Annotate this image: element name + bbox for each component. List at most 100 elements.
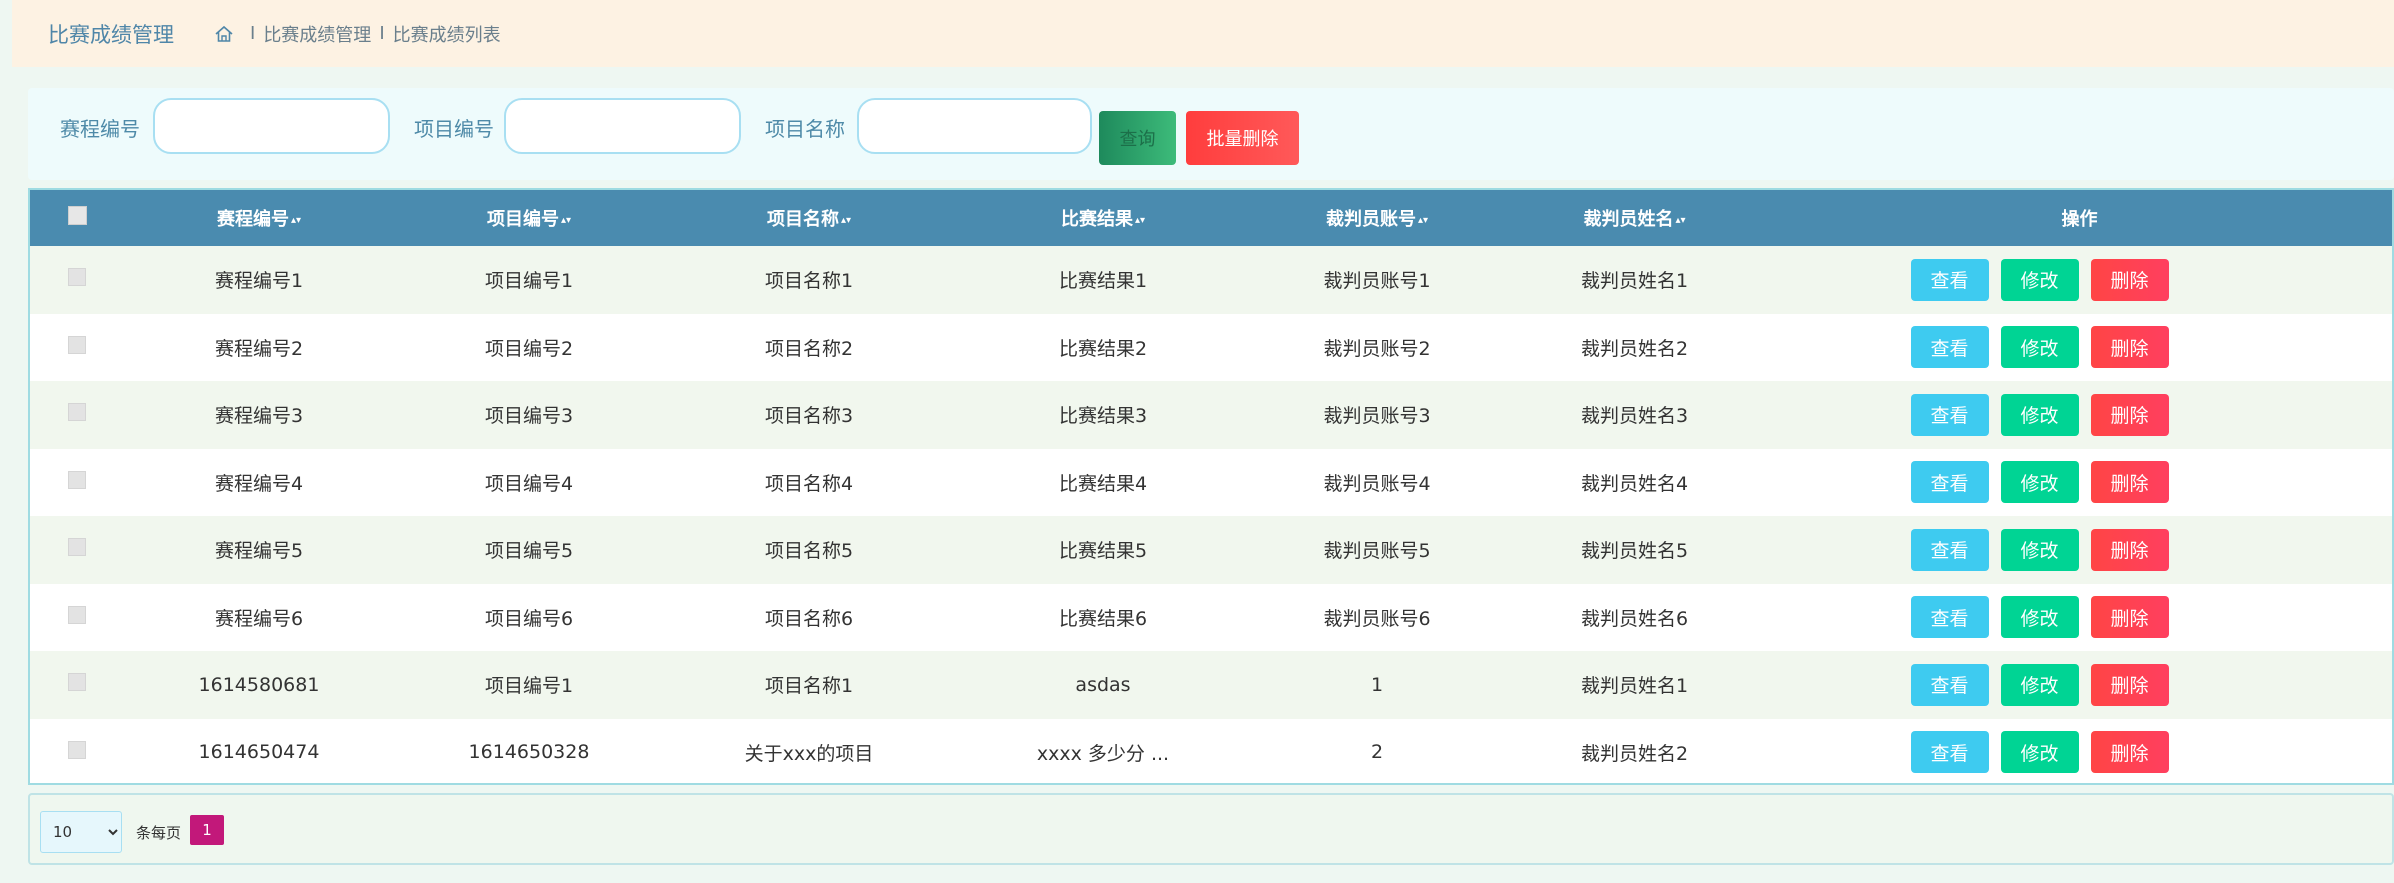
cell-schedule-no: 赛程编号5 [214,540,304,563]
sort-icon[interactable]: ▴▾ [291,215,301,226]
row-checkbox[interactable] [68,403,86,422]
cell-referee-name: 裁判员姓名2 [1580,742,1689,765]
row-checkbox[interactable] [68,470,86,489]
sort-icon[interactable]: ▴▾ [1135,215,1145,226]
row-actions: 查看 修改 删除 [1767,246,2392,314]
row-select-cell[interactable] [30,246,124,314]
column-header-result[interactable]: 比赛结果 ▴▾ [954,190,1252,246]
project-name-label: 项目名称 [765,117,845,141]
project-no-input[interactable] [504,98,741,154]
page-number-current[interactable]: 1 [190,815,224,845]
edit-button[interactable]: 修改 [2000,596,2079,639]
view-button[interactable]: 查看 [1910,596,1989,639]
table-header-row: 赛程编号 ▴▾ 项目编号 ▴▾ 项目名称 ▴▾ 比赛结果 ▴▾ 裁判员账号 ▴▾ 裁判员姓… [30,190,2392,246]
row-checkbox[interactable] [68,268,86,287]
cell-referee-account: 裁判员账号3 [1323,405,1431,428]
delete-button[interactable]: 删除 [2090,393,2169,436]
breadcrumb-separator: I [250,23,256,44]
cell-project-no: 项目编号6 [484,607,574,630]
cell-referee-name: 裁判员姓名4 [1580,472,1689,495]
row-checkbox[interactable] [68,538,86,557]
row-actions: 查看 修改 删除 [1767,516,2392,584]
cell-result: 比赛结果5 [1058,540,1148,563]
edit-button[interactable]: 修改 [2000,731,2079,774]
column-header-referee-name[interactable]: 裁判员姓名 ▴▾ [1502,190,1767,246]
cell-schedule-no: 赛程编号3 [214,405,304,428]
per-page-label: 条每页 [136,824,182,842]
cell-referee-account: 裁判员账号2 [1323,337,1431,360]
row-checkbox[interactable] [68,335,86,354]
cell-project-no: 项目编号4 [484,472,574,495]
cell-referee-name: 裁判员姓名5 [1580,540,1689,563]
view-button[interactable]: 查看 [1910,461,1989,504]
delete-button[interactable]: 删除 [2090,528,2169,571]
select-all-checkbox[interactable] [67,206,87,225]
delete-button[interactable]: 删除 [2090,326,2169,369]
view-button[interactable]: 查看 [1910,731,1989,774]
row-checkbox[interactable] [68,740,86,759]
view-button[interactable]: 查看 [1910,326,1989,369]
sort-icon[interactable]: ▴▾ [841,215,851,226]
row-checkbox[interactable] [68,605,86,624]
edit-button[interactable]: 修改 [2000,461,2079,504]
row-actions: 查看 修改 删除 [1767,584,2392,652]
edit-button[interactable]: 修改 [2000,528,2079,571]
column-header-project-no[interactable]: 项目编号 ▴▾ [394,190,664,246]
cell-project-no: 项目编号5 [484,540,574,563]
project-name-input[interactable] [857,98,1092,154]
row-select-cell[interactable] [30,381,124,449]
delete-button[interactable]: 删除 [2090,663,2169,706]
cell-project-no: 项目编号1 [484,675,574,698]
table-row: 赛程编号5 项目编号5 项目名称5 比赛结果5 裁判员账号5 裁判员姓名5 查看 修改 删除 [30,516,2392,584]
table-row: 赛程编号3 项目编号3 项目名称3 比赛结果3 裁判员账号3 裁判员姓名3 查看 修改 删除 [30,381,2392,449]
batch-delete-button[interactable]: 批量删除 [1186,111,1299,165]
edit-button[interactable]: 修改 [2000,393,2079,436]
row-select-cell[interactable] [30,584,124,652]
row-select-cell[interactable] [30,314,124,382]
row-checkbox[interactable] [68,673,86,692]
delete-button[interactable]: 删除 [2090,731,2169,774]
table-row: 1614650474 1614650328 关于xxx的项目 xxxx 多少分 ...… [30,718,2392,784]
column-header-actions: 操作 [2061,209,2098,230]
module-title: 比赛成绩管理 [48,22,174,47]
edit-button[interactable]: 修改 [2000,326,2079,369]
page-size-select[interactable]: 10 [40,811,122,853]
view-button[interactable]: 查看 [1910,528,1989,571]
cell-project-no: 项目编号2 [484,337,574,360]
edit-button[interactable]: 修改 [2000,258,2079,301]
breadcrumb-item-module[interactable]: 比赛成绩管理 [263,21,371,47]
page-header: 比赛成绩管理 I 比赛成绩管理 I 比赛成绩列表 [12,0,2394,67]
cell-schedule-no: 赛程编号6 [214,607,304,630]
delete-button[interactable]: 删除 [2090,596,2169,639]
edit-button[interactable]: 修改 [2000,663,2079,706]
sort-icon[interactable]: ▴▾ [561,215,571,226]
query-button[interactable]: 查询 [1099,111,1176,165]
home-icon[interactable] [214,24,234,44]
cell-referee-name: 裁判员姓名1 [1580,270,1689,293]
cell-result: 比赛结果4 [1058,472,1148,495]
table-row: 赛程编号4 项目编号4 项目名称4 比赛结果4 裁判员账号4 裁判员姓名4 查看 修改 删除 [30,448,2392,517]
select-all-cell[interactable] [30,190,124,246]
column-header-schedule-no[interactable]: 赛程编号 ▴▾ [124,190,394,246]
cell-referee-name: 裁判员姓名3 [1580,405,1689,428]
sort-icon[interactable]: ▴▾ [1418,215,1428,226]
table-row: 赛程编号1 项目编号1 项目名称1 比赛结果1 裁判员账号1 裁判员姓名1 查看 修改 删除 [30,246,2392,314]
row-select-cell[interactable] [30,449,124,517]
row-select-cell[interactable] [30,516,124,584]
delete-button[interactable]: 删除 [2090,461,2169,504]
row-select-cell[interactable] [30,651,124,719]
schedule-no-input[interactable] [153,98,390,154]
cell-referee-account: 2 [1370,741,1384,764]
column-header-project-name[interactable]: 项目名称 ▴▾ [664,190,954,246]
cell-referee-account: 1 [1370,673,1384,696]
view-button[interactable]: 查看 [1910,393,1989,436]
cell-project-name: 项目名称5 [764,540,854,563]
view-button[interactable]: 查看 [1910,258,1989,301]
row-select-cell[interactable] [30,719,124,784]
column-header-referee-account[interactable]: 裁判员账号 ▴▾ [1252,190,1502,246]
cell-project-no: 1614650328 [468,741,590,764]
cell-result: 比赛结果1 [1058,270,1148,293]
view-button[interactable]: 查看 [1910,663,1989,706]
delete-button[interactable]: 删除 [2090,258,2169,301]
sort-icon[interactable]: ▴▾ [1675,215,1685,226]
